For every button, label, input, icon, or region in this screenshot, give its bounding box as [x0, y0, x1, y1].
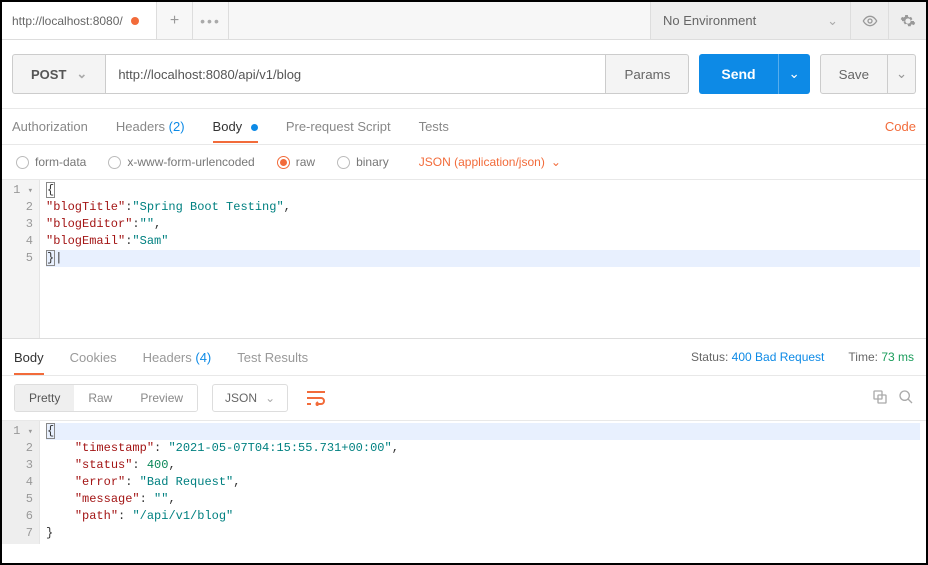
resp-tab-body[interactable]: Body [14, 350, 44, 365]
send-button[interactable]: Send [699, 54, 777, 94]
chevron-down-icon: ⌄ [896, 66, 907, 82]
response-body-viewer[interactable]: 1 ▾ 2 3 4 5 6 7 { "timestamp": "2021-05-… [2, 421, 926, 544]
view-mode-segment: Pretty Raw Preview [14, 384, 198, 412]
radio-label: form-data [35, 155, 86, 169]
content-type-label: JSON (application/json) [419, 155, 545, 169]
tab-prerequest[interactable]: Pre-request Script [286, 119, 391, 134]
tab-body[interactable]: Body [213, 119, 258, 134]
radio-form-data[interactable]: form-data [16, 155, 86, 169]
request-tab[interactable]: http://localhost:8080/ [2, 2, 157, 39]
radio-label: binary [356, 155, 389, 169]
tab-tests[interactable]: Tests [419, 119, 449, 134]
env-preview-button[interactable] [850, 2, 888, 39]
method-label: POST [31, 67, 66, 82]
wrap-lines-button[interactable] [302, 386, 330, 410]
resp-tab-headers[interactable]: Headers (4) [143, 350, 212, 365]
time-label: Time: [848, 350, 878, 364]
tab-headers-label: Headers [116, 119, 165, 134]
tab-headers-count: (2) [169, 119, 185, 134]
request-tab-label: http://localhost:8080/ [12, 14, 123, 28]
environment-select[interactable]: No Environment ⌄ [650, 2, 850, 39]
response-format-select[interactable]: JSON ⌄ [212, 384, 288, 412]
code-link[interactable]: Code [885, 119, 916, 134]
resp-tab-headers-label: Headers [143, 350, 192, 365]
method-select[interactable]: POST ⌄ [12, 54, 106, 94]
view-preview-button[interactable]: Preview [126, 385, 197, 411]
radio-raw[interactable]: raw [277, 155, 315, 169]
radio-icon [108, 156, 121, 169]
editor-content[interactable]: { "blogTitle":"Spring Boot Testing", "bl… [40, 180, 926, 338]
chevron-down-icon: ⌄ [551, 155, 561, 169]
tab-authorization[interactable]: Authorization [12, 119, 88, 134]
copy-response-button[interactable] [872, 389, 888, 408]
chevron-down-icon: ⌄ [827, 13, 838, 29]
chevron-down-icon: ⌄ [265, 391, 275, 405]
radio-binary[interactable]: binary [337, 155, 389, 169]
unsaved-dot-icon [131, 17, 139, 25]
status-label: Status: [691, 350, 728, 364]
editor-gutter: 1 ▾ 2 3 4 5 6 7 [2, 421, 40, 544]
editor-gutter: 1 ▾ 2 3 4 5 [2, 180, 40, 338]
status-value: 400 Bad Request [732, 350, 825, 364]
radio-urlencoded[interactable]: x-www-form-urlencoded [108, 155, 254, 169]
params-button[interactable]: Params [606, 54, 689, 94]
save-dropdown-button[interactable]: ⌄ [888, 54, 916, 94]
radio-icon [277, 156, 290, 169]
search-response-button[interactable] [898, 389, 914, 408]
environment-label: No Environment [663, 13, 756, 28]
new-tab-button[interactable]: + [157, 2, 193, 39]
radio-label: x-www-form-urlencoded [127, 155, 254, 169]
radio-icon [337, 156, 350, 169]
request-body-editor[interactable]: 1 ▾ 2 3 4 5 { "blogTitle":"Spring Boot T… [2, 180, 926, 338]
view-raw-button[interactable]: Raw [74, 385, 126, 411]
chevron-down-icon: ⌄ [76, 66, 87, 82]
tab-body-label: Body [213, 119, 243, 134]
resp-tab-cookies[interactable]: Cookies [70, 350, 117, 365]
editor-content: { "timestamp": "2021-05-07T04:15:55.731+… [40, 421, 926, 544]
view-pretty-button[interactable]: Pretty [15, 385, 74, 411]
save-button[interactable]: Save [820, 54, 888, 94]
radio-label: raw [296, 155, 315, 169]
send-dropdown-button[interactable]: ⌄ [778, 54, 810, 94]
chevron-down-icon: ⌄ [789, 66, 800, 82]
time-value: 73 ms [881, 350, 914, 364]
content-type-select[interactable]: JSON (application/json) ⌄ [419, 155, 561, 169]
tab-headers[interactable]: Headers (2) [116, 119, 185, 134]
url-input[interactable] [106, 54, 606, 94]
radio-icon [16, 156, 29, 169]
settings-button[interactable] [888, 2, 926, 39]
resp-tab-tests[interactable]: Test Results [237, 350, 308, 365]
response-format-label: JSON [225, 391, 257, 405]
tab-menu-button[interactable]: ••• [193, 2, 229, 39]
resp-tab-headers-count: (4) [195, 350, 211, 365]
active-dot-icon [251, 124, 258, 131]
